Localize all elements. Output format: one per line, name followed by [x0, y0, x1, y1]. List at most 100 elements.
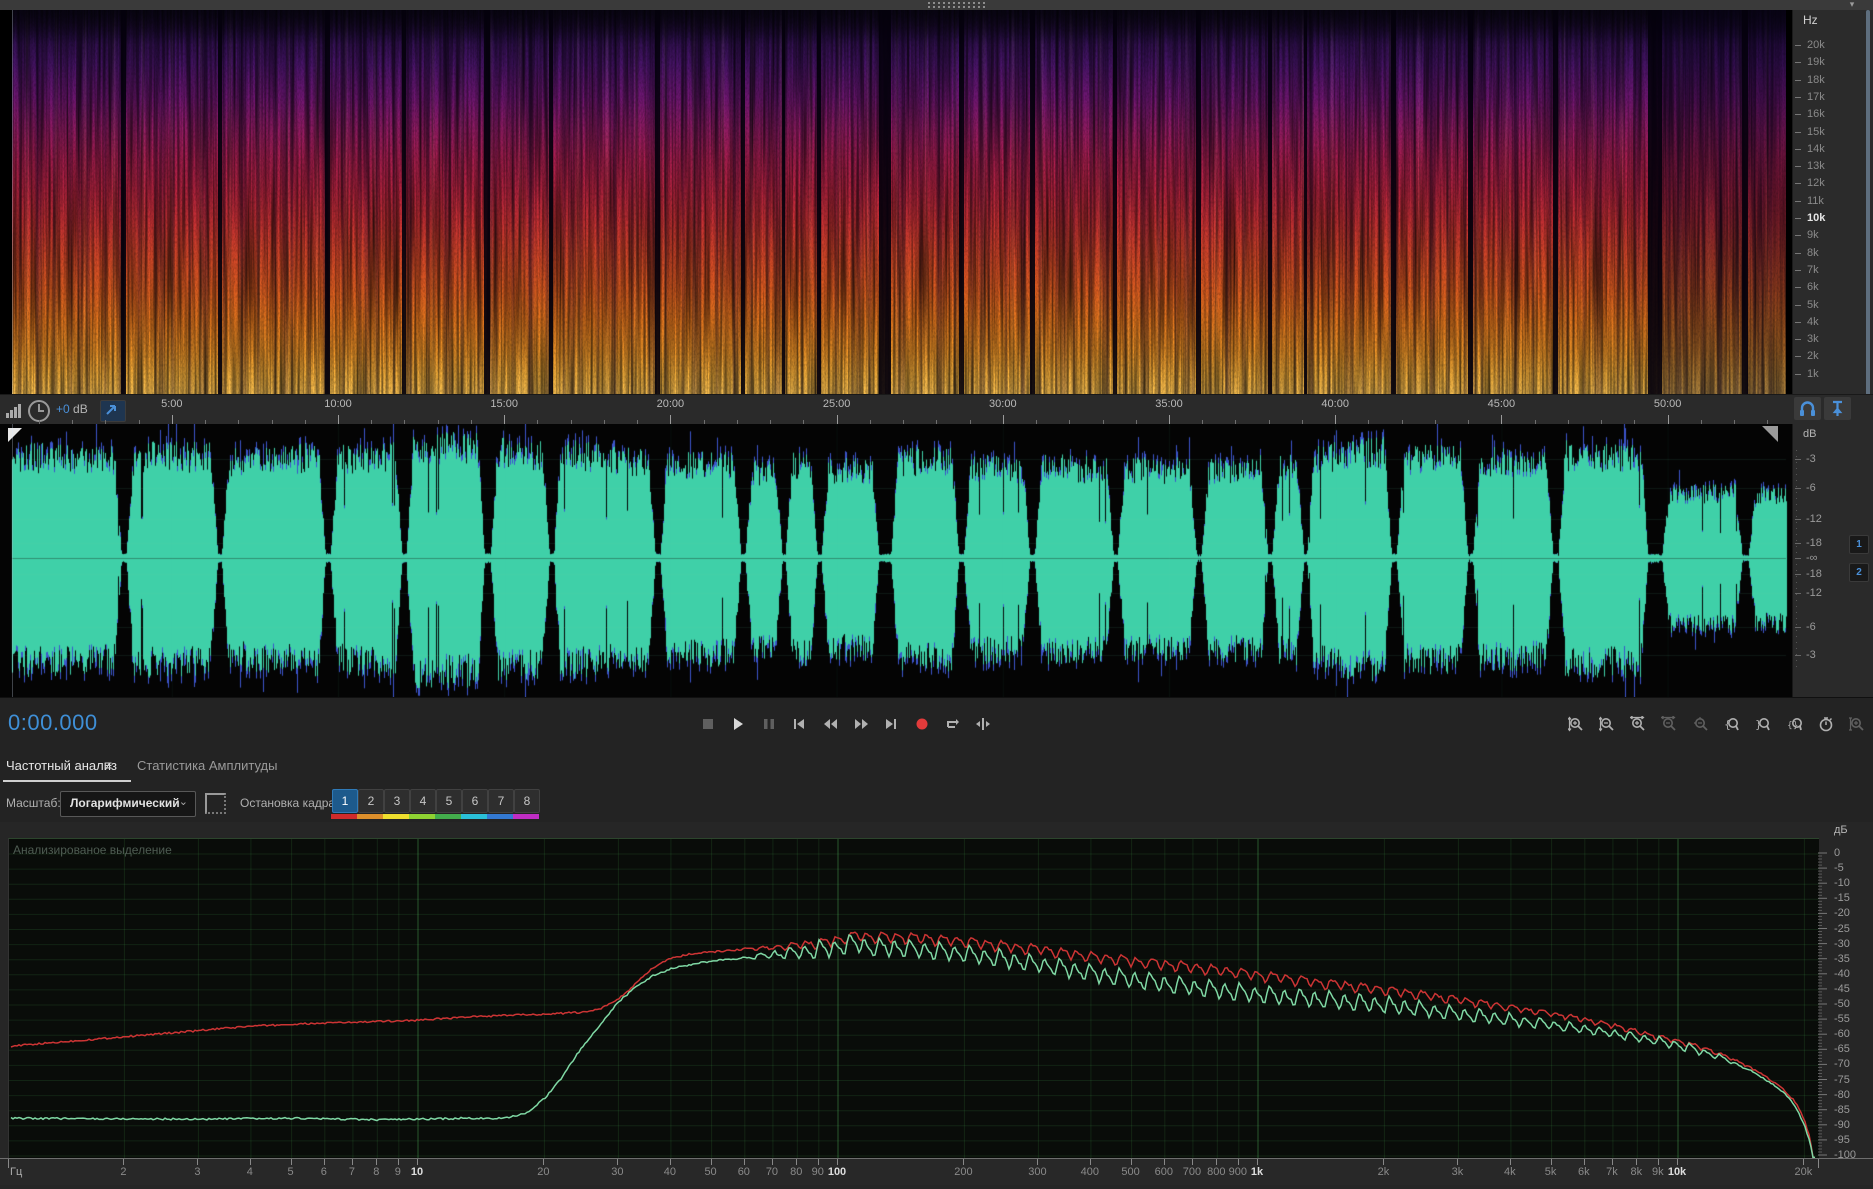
monitor-headphones-button[interactable]	[1794, 397, 1821, 420]
chart-db-label: -40	[1834, 967, 1850, 980]
clock-icon[interactable]	[28, 400, 50, 422]
chart-freq-label: 700	[1182, 1166, 1202, 1178]
tab-amplitude-statistics[interactable]: Статистика Амплитуды	[137, 758, 277, 773]
freq-scale-label: 18k	[1807, 73, 1825, 86]
freeze-frame-color-6	[461, 814, 487, 819]
freq-scale-tick	[1795, 218, 1801, 219]
zoom-reset-button[interactable]	[1687, 710, 1714, 737]
freq-scale-tick	[1795, 235, 1801, 237]
skip-selection-button[interactable]	[969, 710, 996, 737]
chart-freq-label: 7k	[1606, 1166, 1618, 1178]
curve-channel-1-red	[10, 931, 1816, 1159]
record-button[interactable]	[908, 710, 935, 737]
chart-freq-label: 800	[1207, 1166, 1226, 1178]
freeze-frame-button-2[interactable]: 2	[358, 789, 384, 813]
time-display[interactable]: 0:00.000	[8, 710, 98, 736]
freeze-frame-button-7[interactable]: 7	[488, 789, 514, 813]
chart-freq-tick	[743, 1159, 745, 1165]
chart-freq-label: 90	[811, 1166, 824, 1178]
chart-db-label: -30	[1834, 937, 1850, 950]
chart-db-label: -35	[1834, 952, 1850, 965]
panel-corner-handle-left[interactable]	[8, 428, 22, 442]
timed-record-button[interactable]	[1812, 710, 1839, 737]
timeline-ruler[interactable]: +0 dB 5:00 10:00 15:00 20:00 25:00 30:00 35:00…	[0, 394, 1873, 426]
freeze-frame-button-1[interactable]: 1	[332, 789, 358, 813]
playhead-waveform[interactable]	[12, 424, 13, 697]
freq-scale-tick	[1795, 62, 1801, 64]
chart-freq-tick	[1803, 1159, 1805, 1165]
chart-freq-tick	[543, 1159, 545, 1165]
chart-freq-tick	[249, 1159, 251, 1165]
freeze-frame-button-3[interactable]: 3	[384, 789, 410, 813]
timeline-label: 35:00	[1155, 398, 1183, 410]
chart-db-axis: дБ 0 -5 -10 -15 -20 -25 -30 -35 -40 -45 -50 -55 -60 -…	[1818, 822, 1873, 1162]
channel-badge-1[interactable]: 1	[1849, 535, 1869, 554]
zoom-out-vertical-button[interactable]	[1593, 710, 1620, 737]
zoom-out-horizontal-button[interactable]	[1656, 710, 1683, 737]
track-gap	[1303, 10, 1307, 394]
pin-marker-button[interactable]	[1824, 397, 1851, 420]
chart-freq-tick	[817, 1159, 819, 1165]
freeze-frame-button-6[interactable]: 6	[462, 789, 488, 813]
play-button[interactable]	[725, 710, 752, 737]
amplitude-scale[interactable]: dB -3 -6 -12 -18 -∞ -18 -12 -6 -3 1 2	[1792, 424, 1873, 697]
waveform-display[interactable]	[0, 424, 1792, 697]
stop-button[interactable]	[694, 710, 721, 737]
skip-to-end-button[interactable]	[878, 710, 905, 737]
scale-dropdown[interactable]: Логарифмический ⌄	[60, 791, 196, 817]
freq-scale-tick	[1795, 131, 1801, 133]
loop-playback-button[interactable]	[939, 710, 966, 737]
frequency-chart[interactable]: Анализированое выделение	[8, 838, 1819, 1159]
gain-indicator[interactable]: +0 dB	[56, 402, 88, 416]
zoom-to-in-point-button[interactable]: {	[1719, 710, 1746, 737]
pin-playhead-button[interactable]	[100, 400, 126, 422]
pause-button[interactable]	[755, 710, 782, 737]
zoom-in-horizontal-button[interactable]	[1625, 710, 1652, 737]
fast-forward-button[interactable]	[847, 710, 874, 737]
panel-menu-icon[interactable]: ≡	[104, 757, 112, 773]
copy-frame-button[interactable]	[205, 793, 226, 814]
frequency-scale[interactable]: Hz 20k 19k 18k 17k 16k 15k 14k 13k 12k 11k 10k 9k 8k…	[1792, 10, 1873, 394]
timeline-tick	[1335, 415, 1337, 424]
skip-to-start-button[interactable]	[786, 710, 813, 737]
panel-grip-handle[interactable]	[928, 2, 988, 8]
zoom-in-vertical-button[interactable]	[1562, 710, 1589, 737]
freeze-frame-color-5	[435, 814, 461, 819]
levels-icon[interactable]	[6, 404, 22, 418]
chart-freq-label: 2k	[1377, 1166, 1390, 1178]
freq-scale-tick	[1795, 96, 1801, 98]
freeze-frame-button-8[interactable]: 8	[514, 789, 540, 813]
panel-corner-handle-right[interactable]	[1762, 426, 1778, 442]
playhead-spectral[interactable]	[12, 10, 13, 394]
chart-freq-label: 6k	[1578, 1166, 1590, 1178]
chart-freq-tick	[1163, 1159, 1165, 1165]
zoom-to-out-point-button[interactable]: }	[1750, 710, 1777, 737]
chart-freq-label: 60	[737, 1166, 750, 1178]
freq-scale-tick	[1795, 269, 1801, 271]
tab-frequency-analysis[interactable]: Частотный анализ	[6, 758, 117, 773]
db-scale-tick	[1795, 519, 1801, 520]
freq-scale-label: 13k	[1807, 160, 1825, 173]
chart-db-label: -10	[1834, 877, 1850, 890]
chart-db-label: -70	[1834, 1058, 1850, 1071]
freq-scale-tick	[1795, 114, 1801, 116]
db-scale-label: -6	[1806, 482, 1816, 494]
rewind-button[interactable]	[816, 710, 843, 737]
zoom-vertical-alt-button[interactable]	[1844, 710, 1871, 737]
freq-scale-label: 2k	[1807, 350, 1819, 363]
db-scale-tick	[1795, 488, 1801, 489]
channel-badge-2[interactable]: 2	[1849, 563, 1869, 582]
track-gap	[1267, 10, 1272, 394]
timeline-tick	[338, 415, 339, 424]
freeze-frame-button-5[interactable]: 5	[436, 789, 462, 813]
chart-freq-tick	[771, 1159, 773, 1165]
track-gap	[217, 10, 222, 394]
db-scale-tick	[1795, 655, 1801, 656]
freq-scale-label: 3k	[1807, 333, 1819, 346]
panel-menu-chevron-icon[interactable]: ▾	[1845, 0, 1859, 9]
freeze-frame-button-4[interactable]: 4	[410, 789, 436, 813]
frequency-analysis-panel: Анализированое выделение дБ 0 -5 -10 -15 -20…	[0, 822, 1873, 1189]
track-gap	[1742, 10, 1749, 394]
zoom-to-selection-button[interactable]: {}	[1781, 710, 1808, 737]
spectrogram[interactable]	[0, 10, 1792, 394]
